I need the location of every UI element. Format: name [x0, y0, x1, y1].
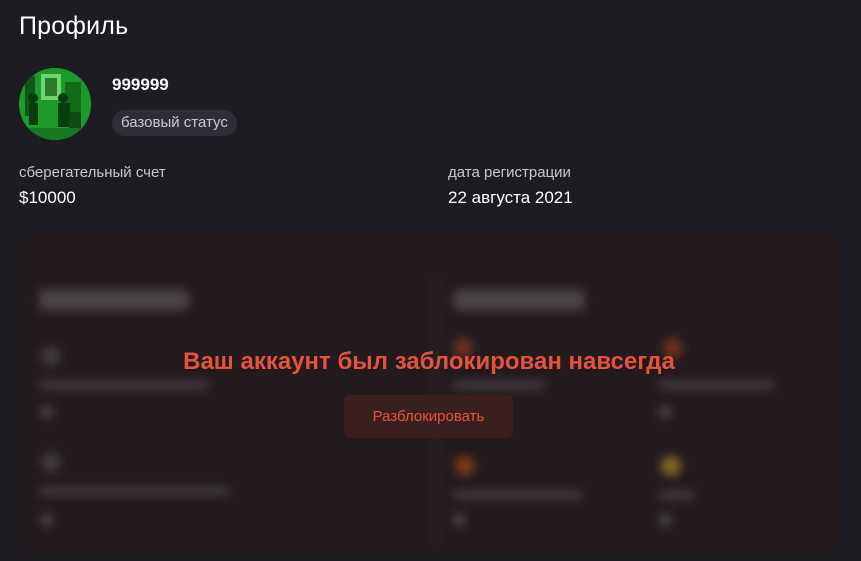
savings-label: сберегательный счет: [19, 164, 166, 181]
status-badge: базовый статус: [112, 110, 237, 136]
blocked-panel: Ваш аккаунт был заблокирован навсегда Ра…: [19, 234, 839, 556]
unblock-button[interactable]: Разблокировать: [344, 395, 513, 438]
page-title: Профиль: [19, 12, 129, 40]
username: 999999: [112, 75, 169, 94]
registration-value: 22 августа 2021: [448, 188, 573, 207]
registration-label: дата регистрации: [448, 164, 571, 181]
avatar-image-icon: [19, 68, 91, 140]
savings-value: $10000: [19, 188, 76, 207]
avatar[interactable]: [19, 68, 91, 140]
block-message: Ваш аккаунт был заблокирован навсегда: [183, 348, 675, 375]
